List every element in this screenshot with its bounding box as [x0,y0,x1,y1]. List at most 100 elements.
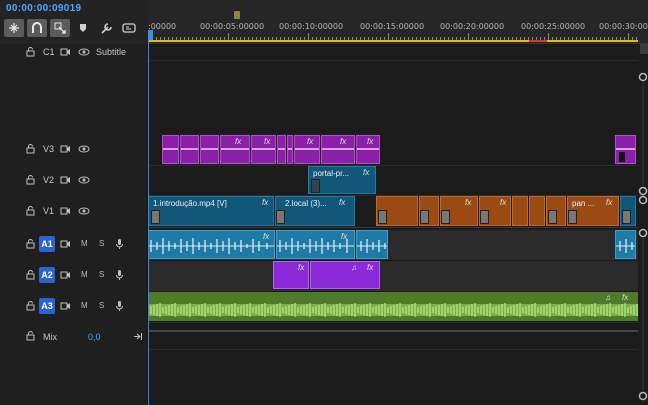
video-clip[interactable] [529,196,545,226]
video-clip-local[interactable]: 2.local (3)... fx [275,196,355,226]
video-clip[interactable]: fx [251,135,276,164]
track-divider [148,165,638,166]
clip-label: 2.local (3)... [285,199,327,208]
mute-button[interactable]: M [81,270,88,279]
toggle-output-icon[interactable] [60,301,71,311]
track-name: V1 [43,206,55,216]
captions-button[interactable] [119,19,139,37]
audio-clip[interactable] [356,230,388,259]
timeline-tracks-area[interactable]: fx fx fx fx fx portal-pr... fx 1.introdu… [148,44,638,405]
audio-clip[interactable]: fx [276,230,355,259]
vertical-scrollbar[interactable] [638,44,648,405]
playhead-handle[interactable] [148,30,153,40]
video-clip[interactable] [376,196,418,226]
video-clip[interactable]: fx [440,196,478,226]
lock-icon[interactable] [26,301,35,311]
microphone-icon[interactable] [115,269,124,281]
lock-icon[interactable] [26,47,35,57]
fx-badge: fx [298,263,305,272]
track-name: V2 [43,175,55,185]
playhead-timecode[interactable]: 00:00:00:09019 [6,3,81,14]
microphone-icon[interactable] [115,238,124,250]
time-ruler[interactable]: :00000 00:00:05:00000 00:00:10:00000 00:… [148,0,648,44]
track-divider [148,227,638,228]
toggle-output-icon[interactable] [60,206,71,216]
fx-badge: fx [340,137,347,146]
video-clip[interactable]: fx [220,135,250,164]
mute-button[interactable]: M [81,301,88,310]
microphone-icon[interactable] [115,300,124,312]
fx-badge: fx [307,137,314,146]
mute-button[interactable]: M [81,239,88,248]
timeline-settings-button[interactable] [96,19,116,37]
video-clip[interactable]: fx [321,135,355,164]
track-divider [148,290,638,291]
toggle-output-icon[interactable] [60,239,71,249]
audio-clip[interactable]: fx [148,230,275,259]
track-header-a2: A2 M S [0,260,148,291]
add-marker-button[interactable] [73,19,93,37]
lock-icon[interactable] [26,331,35,341]
horizontal-zoom-handle[interactable] [640,44,648,54]
clip-thumbnail [548,210,557,224]
audio-clip[interactable]: fx [273,261,309,289]
snap-icon [9,23,19,33]
mix-volume-value[interactable]: 0,0 [88,332,101,342]
audio-clip-music[interactable]: ♫ fx [310,261,380,289]
source-patch-a1[interactable]: A1 [39,236,55,252]
eye-icon[interactable] [78,175,90,185]
video-clip[interactable] [162,135,179,164]
lock-icon[interactable] [26,144,35,154]
ruler-label: 00:00:10:00000 [279,22,344,31]
fx-badge: fx [367,263,374,272]
video-clip[interactable] [615,135,636,164]
video-clip[interactable] [277,135,286,164]
video-clip-intro[interactable]: 1.introdução.mp4 [V] fx [148,196,274,226]
lock-icon[interactable] [26,206,35,216]
solo-button[interactable]: S [99,301,104,310]
toggle-output-icon[interactable] [60,270,71,280]
video-clip[interactable] [287,135,293,164]
video-clip-portal[interactable]: portal-pr... fx [308,166,376,194]
source-patch-a3[interactable]: A3 [39,298,55,314]
solo-button[interactable]: S [99,239,104,248]
lane-a2[interactable] [148,261,638,290]
subtitle-track-label: Subtitle [96,47,127,57]
toggle-output-icon[interactable] [60,47,71,57]
work-area-marker[interactable] [234,11,240,19]
playhead-line[interactable] [148,40,149,405]
linked-selection-button[interactable] [50,19,70,37]
clip-thumbnail [441,210,450,224]
source-patch-a2[interactable]: A2 [39,267,55,283]
snap-tool-button[interactable] [4,19,24,37]
solo-button[interactable]: S [99,270,104,279]
video-clip[interactable]: fx [479,196,511,226]
toggle-output-icon[interactable] [60,144,71,154]
magnet-tool-button[interactable] [27,19,47,37]
video-clip[interactable] [512,196,528,226]
eye-icon[interactable] [78,144,90,154]
video-clip[interactable] [180,135,199,164]
video-clip[interactable]: fx [294,135,320,164]
ruler-label: 00:00:05:00000 [200,22,265,31]
lock-icon[interactable] [26,175,35,185]
audio-clip-soundtrack[interactable]: ♫ fx [148,292,638,321]
lock-icon[interactable] [26,270,35,280]
video-clip[interactable] [200,135,219,164]
eye-icon[interactable] [78,206,90,216]
video-clip[interactable] [620,196,636,226]
work-area-bar[interactable] [148,40,638,42]
audio-clip[interactable] [615,230,636,259]
fx-badge: fx [262,198,269,207]
go-to-end-icon[interactable] [133,332,143,341]
lock-icon[interactable] [26,239,35,249]
track-divider [148,60,638,61]
track-header-v1: V1 [0,196,148,227]
toggle-output-icon[interactable] [60,175,71,185]
video-clip[interactable]: fx [356,135,380,164]
timeline-toolbar: 00:00:00:09019 [0,0,148,44]
eye-icon[interactable] [78,47,90,57]
video-clip-pan[interactable]: pan ... fx [567,196,619,226]
video-clip[interactable] [419,196,439,226]
video-clip[interactable] [546,196,566,226]
